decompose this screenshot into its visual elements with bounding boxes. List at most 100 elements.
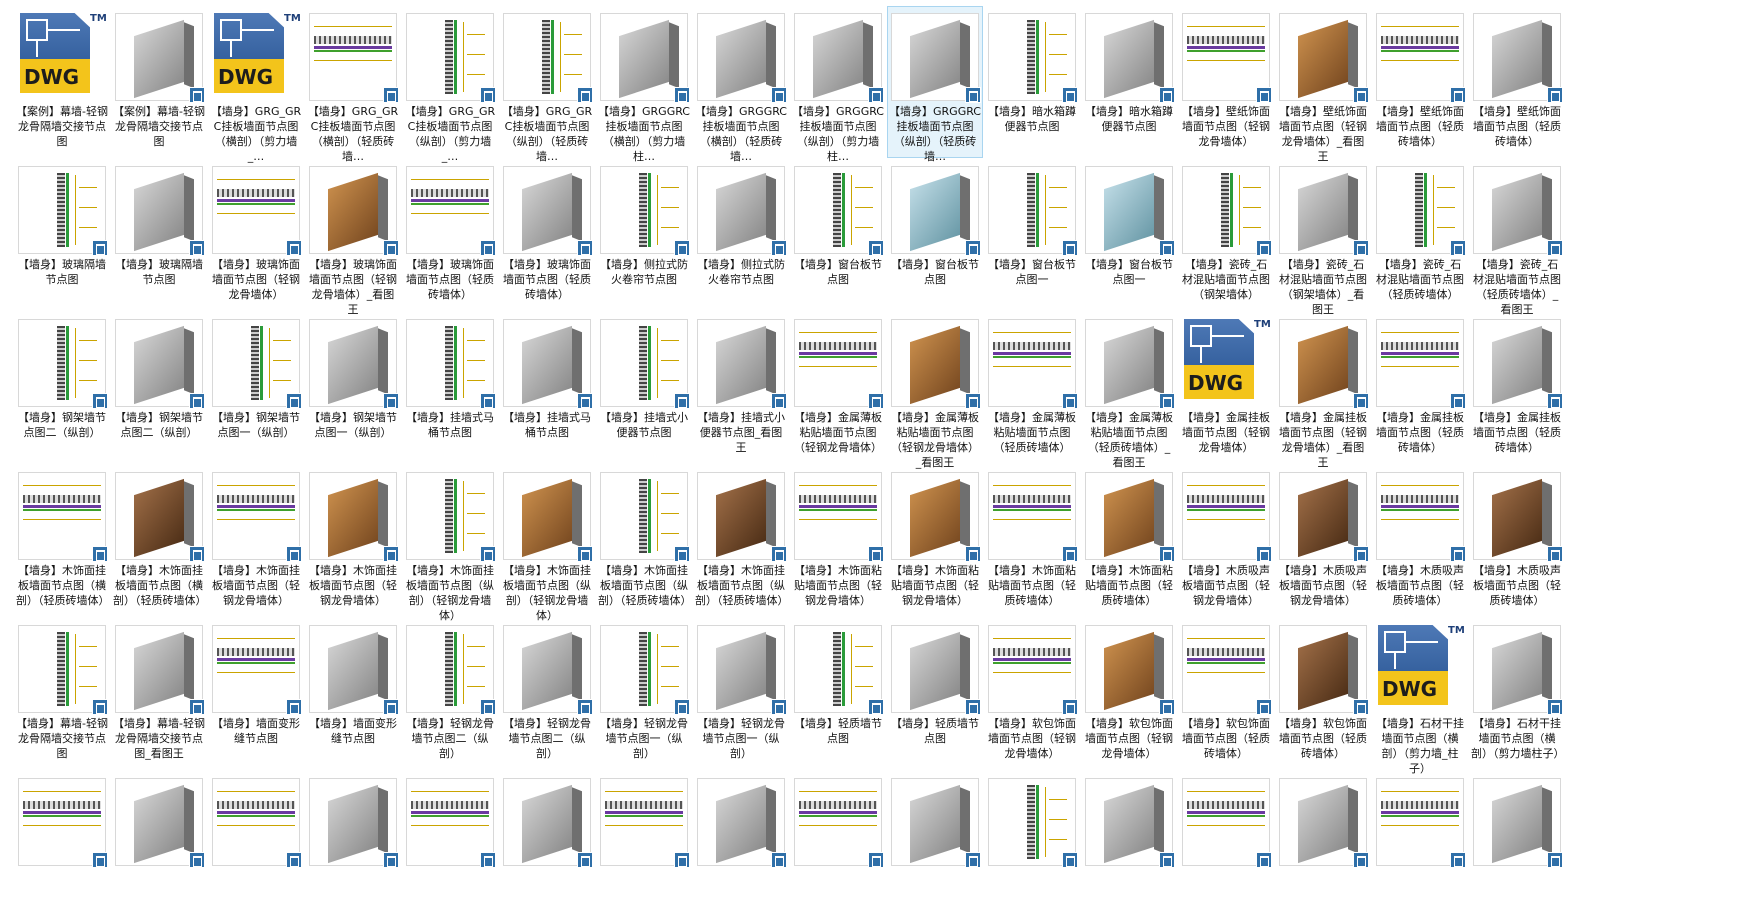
file-item[interactable]: 【墙身】GRGGRC挂板墙面节点图（横剖）（轻质砖墙… <box>693 6 789 163</box>
cad-file-badge-icon <box>189 699 205 715</box>
file-item[interactable]: 【墙身】挂墙式小便器节点图_看图王 <box>693 312 789 464</box>
file-item[interactable]: 【墙身】瓷砖_石材混贴墙面节点图（钢架墙体） <box>1178 159 1274 311</box>
file-item[interactable]: 【墙身】金属挂板墙面节点图（轻质砖墙体） <box>1372 312 1468 464</box>
file-item[interactable]: 【墙身】壁纸饰面墙面节点图（轻质砖墙体） <box>1372 6 1468 158</box>
file-item[interactable]: 【墙身】钢架墙节点图一（纵剖） <box>208 312 304 464</box>
file-item[interactable] <box>790 771 886 868</box>
file-item[interactable] <box>111 771 207 868</box>
file-item[interactable]: 【墙身】钢架墙节点图二（纵剖） <box>111 312 207 464</box>
file-item[interactable]: 【墙身】GRG_GRC挂板墙面节点图（纵剖）（轻质砖墙… <box>499 6 595 163</box>
file-item[interactable] <box>596 771 692 868</box>
file-item[interactable]: 【墙身】挂墙式马桶节点图 <box>499 312 595 464</box>
file-item[interactable]: 【墙身】轻钢龙骨墙节点图一（纵剖） <box>596 618 692 770</box>
file-item[interactable] <box>1081 771 1177 868</box>
file-item[interactable] <box>1178 771 1274 868</box>
file-item[interactable]: 【墙身】暗水箱蹲便器节点图 <box>1081 6 1177 158</box>
file-item[interactable]: 【墙身】玻璃饰面墙面节点图（轻质砖墙体） <box>499 159 595 311</box>
file-item[interactable]: 【墙身】窗台板节点图 <box>887 159 983 311</box>
file-item[interactable]: 【案例】幕墙-轻钢龙骨隔墙交接节点图 <box>111 6 207 158</box>
file-item[interactable]: 【墙身】壁纸饰面墙面节点图（轻钢龙骨墙体） <box>1178 6 1274 158</box>
file-item[interactable]: 【墙身】软包饰面墙面节点图（轻质砖墙体） <box>1178 618 1274 770</box>
file-item[interactable]: 【墙身】窗台板节点图 <box>790 159 886 311</box>
file-item[interactable]: 【墙身】金属挂板墙面节点图（轻钢龙骨墙体）_看图王 <box>1275 312 1371 469</box>
file-item[interactable]: DWG TM 【案例】幕墙-轻钢龙骨隔墙交接节点图 <box>14 6 110 158</box>
file-item[interactable]: 【墙身】木饰面挂板墙面节点图（横剖）（轻质砖墙体） <box>14 465 110 617</box>
file-item[interactable]: 【墙身】玻璃饰面墙面节点图（轻钢龙骨墙体） <box>208 159 304 311</box>
file-item[interactable]: 【墙身】软包饰面墙面节点图（轻质砖墙体） <box>1275 618 1371 770</box>
file-item[interactable]: 【墙身】壁纸饰面墙面节点图（轻钢龙骨墙体）_看图王 <box>1275 6 1371 163</box>
file-item[interactable]: 【墙身】挂墙式马桶节点图 <box>402 312 498 464</box>
file-item[interactable]: DWG TM 【墙身】GRG_GRC挂板墙面节点图（横剖）（剪力墙_… <box>208 6 304 163</box>
file-item[interactable]: 【墙身】金属挂板墙面节点图（轻质砖墙体） <box>1469 312 1565 464</box>
file-item[interactable]: 【墙身】钢架墙节点图二（纵剖） <box>14 312 110 464</box>
file-item[interactable]: 【墙身】金属薄板粘贴墙面节点图（轻质砖墙体） <box>984 312 1080 464</box>
file-item[interactable]: 【墙身】金属薄板粘贴墙面节点图（轻钢龙骨墙体） <box>790 312 886 464</box>
file-item[interactable]: 【墙身】木饰面挂板墙面节点图（纵剖）（轻钢龙骨墙体） <box>402 465 498 622</box>
file-item[interactable]: DWG TM 【墙身】石材干挂墙面节点图（横剖）（剪力墙_柱子） <box>1372 618 1468 775</box>
file-item[interactable]: 【墙身】木饰面挂板墙面节点图（轻钢龙骨墙体） <box>305 465 401 617</box>
file-item[interactable]: 【墙身】金属薄板粘贴墙面节点图（轻钢龙骨墙体）_看图王 <box>887 312 983 469</box>
file-item[interactable] <box>1372 771 1468 868</box>
cad-file-badge-icon <box>480 699 496 715</box>
file-item[interactable]: 【墙身】轻钢龙骨墙节点图一（纵剖） <box>693 618 789 770</box>
file-item[interactable]: 【墙身】轻质墙节点图 <box>887 618 983 770</box>
file-item[interactable]: 【墙身】木质吸声板墙面节点图（轻钢龙骨墙体） <box>1178 465 1274 617</box>
file-item[interactable]: 【墙身】窗台板节点图一 <box>1081 159 1177 311</box>
file-item[interactable]: 【墙身】墙面变形缝节点图 <box>305 618 401 770</box>
file-item[interactable]: 【墙身】木饰面挂板墙面节点图（横剖）（轻质砖墙体） <box>111 465 207 617</box>
file-item[interactable]: 【墙身】壁纸饰面墙面节点图（轻质砖墙体） <box>1469 6 1565 158</box>
file-item[interactable] <box>693 771 789 868</box>
file-item[interactable]: 【墙身】木饰面粘贴墙面节点图（轻质砖墙体） <box>984 465 1080 617</box>
file-item[interactable]: 【墙身】金属薄板粘贴墙面节点图（轻质砖墙体）_看图王 <box>1081 312 1177 469</box>
file-item[interactable]: DWG TM 【墙身】金属挂板墙面节点图（轻钢龙骨墙体） <box>1178 312 1274 464</box>
file-item[interactable]: 【墙身】挂墙式小便器节点图 <box>596 312 692 464</box>
file-item[interactable] <box>1275 771 1371 868</box>
file-item[interactable]: 【墙身】暗水箱蹲便器节点图 <box>984 6 1080 158</box>
file-item[interactable]: 【墙身】木质吸声板墙面节点图（轻质砖墙体） <box>1372 465 1468 617</box>
file-item[interactable]: 【墙身】GRGGRC挂板墙面节点图（纵剖）（剪力墙柱… <box>790 6 886 163</box>
file-thumbnail <box>891 166 981 256</box>
file-item[interactable]: 【墙身】窗台板节点图一 <box>984 159 1080 311</box>
file-item[interactable]: 【墙身】侧拉式防火卷帘节点图 <box>596 159 692 311</box>
file-item[interactable] <box>984 771 1080 868</box>
file-item[interactable]: 【墙身】瓷砖_石材混贴墙面节点图（轻质砖墙体）_看图王 <box>1469 159 1565 316</box>
file-item[interactable]: 【墙身】瓷砖_石材混贴墙面节点图（轻质砖墙体） <box>1372 159 1468 311</box>
file-item[interactable] <box>14 771 110 868</box>
file-item[interactable] <box>499 771 595 868</box>
file-item[interactable]: 【墙身】幕墙-轻钢龙骨隔墙交接节点图_看图王 <box>111 618 207 770</box>
file-item[interactable]: 【墙身】GRGGRC挂板墙面节点图（纵剖）（轻质砖墙… <box>887 6 983 163</box>
file-item[interactable] <box>208 771 304 868</box>
cad-file-badge-icon <box>771 87 787 103</box>
file-item[interactable]: 【墙身】幕墙-轻钢龙骨隔墙交接节点图 <box>14 618 110 770</box>
file-item[interactable]: 【墙身】木质吸声板墙面节点图（轻质砖墙体） <box>1469 465 1565 617</box>
file-item[interactable]: 【墙身】木饰面粘贴墙面节点图（轻钢龙骨墙体） <box>790 465 886 617</box>
file-item[interactable]: 【墙身】瓷砖_石材混贴墙面节点图（钢架墙体）_看图王 <box>1275 159 1371 316</box>
file-item[interactable]: 【墙身】木饰面挂板墙面节点图（纵剖）（轻质砖墙体） <box>693 465 789 617</box>
file-item[interactable]: 【墙身】GRG_GRC挂板墙面节点图（横剖）（轻质砖墙… <box>305 6 401 163</box>
file-item[interactable]: 【墙身】轻钢龙骨墙节点图二（纵剖） <box>499 618 595 770</box>
file-item[interactable]: 【墙身】木饰面粘贴墙面节点图（轻钢龙骨墙体） <box>887 465 983 617</box>
file-item[interactable]: 【墙身】轻质墙节点图 <box>790 618 886 770</box>
file-item[interactable] <box>305 771 401 868</box>
file-item[interactable]: 【墙身】GRGGRC挂板墙面节点图（横剖）（剪力墙柱… <box>596 6 692 163</box>
file-item[interactable]: 【墙身】墙面变形缝节点图 <box>208 618 304 770</box>
file-item[interactable]: 【墙身】玻璃隔墙节点图 <box>111 159 207 311</box>
file-item[interactable]: 【墙身】软包饰面墙面节点图（轻钢龙骨墙体） <box>984 618 1080 770</box>
file-item[interactable]: 【墙身】玻璃饰面墙面节点图（轻质砖墙体） <box>402 159 498 311</box>
file-item[interactable] <box>1469 771 1565 868</box>
file-item[interactable]: 【墙身】轻钢龙骨墙节点图二（纵剖） <box>402 618 498 770</box>
file-item[interactable]: 【墙身】木饰面粘贴墙面节点图（轻质砖墙体） <box>1081 465 1177 617</box>
file-item[interactable]: 【墙身】钢架墙节点图一（纵剖） <box>305 312 401 464</box>
file-item[interactable]: 【墙身】侧拉式防火卷帘节点图 <box>693 159 789 311</box>
file-item[interactable]: 【墙身】GRG_GRC挂板墙面节点图（纵剖）（剪力墙_… <box>402 6 498 163</box>
file-item[interactable]: 【墙身】木饰面挂板墙面节点图（轻钢龙骨墙体） <box>208 465 304 617</box>
file-item[interactable]: 【墙身】木饰面挂板墙面节点图（纵剖）（轻钢龙骨墙体） <box>499 465 595 622</box>
file-item[interactable] <box>887 771 983 868</box>
file-item[interactable]: 【墙身】软包饰面墙面节点图（轻钢龙骨墙体） <box>1081 618 1177 770</box>
file-item[interactable]: 【墙身】玻璃饰面墙面节点图（轻钢龙骨墙体）_看图王 <box>305 159 401 316</box>
file-item[interactable]: 【墙身】玻璃隔墙节点图 <box>14 159 110 311</box>
file-item[interactable]: 【墙身】木饰面挂板墙面节点图（纵剖）（轻质砖墙体） <box>596 465 692 617</box>
file-item[interactable]: 【墙身】木质吸声板墙面节点图（轻钢龙骨墙体） <box>1275 465 1371 617</box>
file-item[interactable] <box>402 771 498 868</box>
file-item[interactable]: 【墙身】石材干挂墙面节点图（横剖）（剪力墙柱子） <box>1469 618 1565 770</box>
